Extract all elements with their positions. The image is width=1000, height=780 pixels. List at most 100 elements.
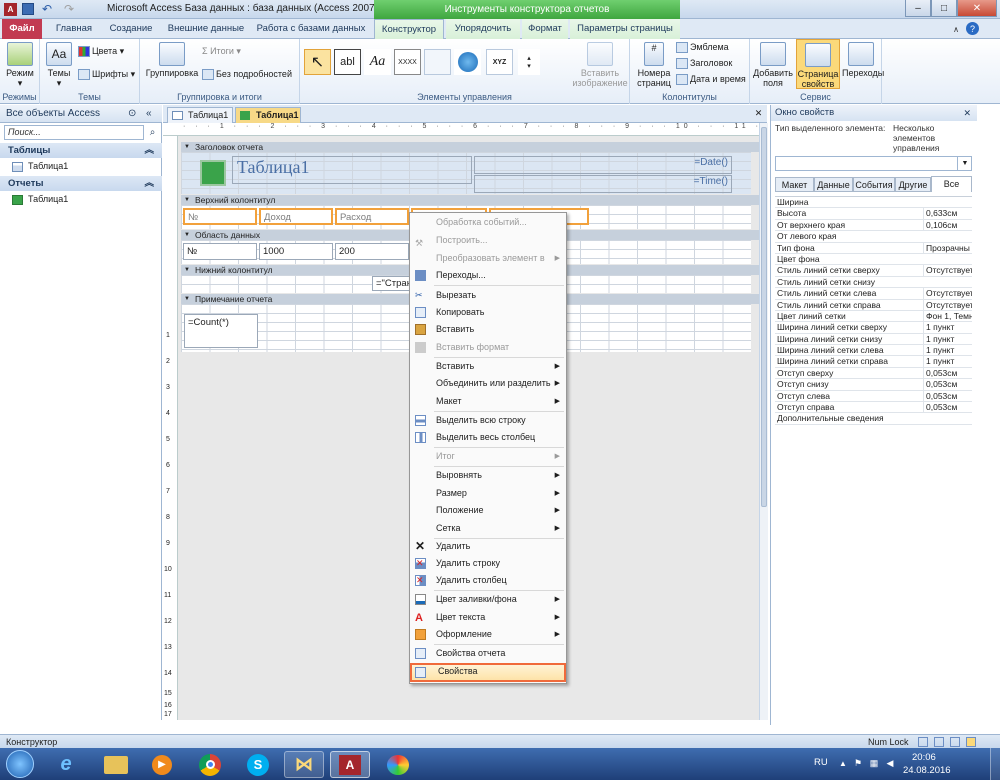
hyperlink-tool-icon[interactable] (454, 49, 481, 75)
property-row[interactable]: Ширина линий сетки справа 1 пункт (775, 356, 972, 368)
nav-section-tables[interactable]: Таблицы ︽ (0, 143, 162, 158)
date-time-button[interactable]: Дата и время (676, 74, 746, 86)
start-button-icon[interactable] (6, 750, 34, 778)
visual-studio-icon[interactable]: ⋈ (284, 751, 324, 778)
textbox-tool-button[interactable]: abl (334, 49, 361, 75)
property-value[interactable]: 0,053см (923, 367, 972, 379)
nav-collapse-icon[interactable]: « (146, 105, 152, 123)
time-textbox[interactable]: =Time() (474, 175, 732, 193)
nav-item-table1[interactable]: Таблица1 (12, 159, 68, 174)
menu-item-merge-split[interactable]: Объединить или разделить ▶ (410, 375, 566, 392)
search-icon[interactable]: ⌕ (146, 126, 159, 139)
property-row[interactable]: Ширина линий сетки слева 1 пункт (775, 345, 972, 357)
network-icon[interactable]: ▦ (868, 757, 880, 769)
property-row[interactable]: Высота 0,633см (775, 208, 972, 220)
menu-item-copy[interactable]: Копировать (410, 304, 566, 321)
property-row[interactable]: Стиль линий сетки снизу (775, 277, 972, 289)
prop-tab-all[interactable]: Все (931, 176, 972, 192)
page-numbers-button[interactable]: # Номера страниц (634, 42, 674, 88)
tray-arrow-icon[interactable]: ▲ (838, 757, 848, 769)
collapse-reports-icon[interactable]: ︽ (144, 176, 154, 191)
clock-date[interactable]: 24.08.2016 (903, 765, 951, 776)
menu-item-transitions[interactable]: Переходы... (410, 267, 566, 284)
page-number-textbox[interactable]: ="Стран (372, 276, 412, 291)
prop-tab-layout[interactable]: Макет (775, 177, 814, 192)
property-row[interactable]: Цвет линий сетки Фон 1, Темн (775, 310, 972, 323)
property-row[interactable]: Стиль линий сетки справа Отсутствует (775, 299, 972, 311)
prop-tab-data[interactable]: Данные (814, 177, 853, 192)
tab-page-setup[interactable]: Параметры страницы (570, 19, 680, 39)
menu-item-change-to[interactable]: Преобразовать элемент в ▶ (410, 250, 566, 267)
label-tool-button[interactable]: Aa (364, 49, 391, 75)
nav-search-input[interactable]: Поиск... (4, 125, 144, 140)
save-icon[interactable] (22, 3, 34, 15)
property-row[interactable]: Ширина (775, 197, 972, 209)
menu-item-insert[interactable]: Вставить ▶ (410, 358, 566, 375)
property-value[interactable]: 1 пункт (923, 333, 972, 345)
themes-button[interactable]: Aa Темы ▾ (43, 42, 75, 88)
section-report-header[interactable]: Заголовок отчета (181, 142, 759, 152)
prop-tab-other[interactable]: Другие (895, 177, 931, 192)
nav-dropdown-icon[interactable]: ⊙ (128, 105, 136, 123)
property-row[interactable]: Ширина линий сетки снизу 1 пункт (775, 333, 972, 346)
menu-item-paste[interactable]: Вставить (410, 321, 566, 338)
property-row[interactable]: Дополнительные сведения (775, 413, 972, 425)
view-switch-icon[interactable] (918, 737, 928, 747)
prop-tab-events[interactable]: События (853, 177, 895, 192)
menu-item-build[interactable]: ⚒ Построить... (410, 232, 566, 249)
menu-item-cut[interactable]: ✂ Вырезать (410, 287, 566, 304)
property-value[interactable]: 0,106см (923, 219, 972, 231)
menu-item-delete[interactable]: ✕ Удалить (410, 538, 566, 555)
menu-item-select-column[interactable]: Выделить весь столбец (410, 429, 566, 446)
maximize-button[interactable]: □ (931, 0, 957, 17)
count-textbox[interactable]: =Count(*) (184, 314, 258, 348)
property-row[interactable]: Отступ слева 0,053см (775, 390, 972, 403)
tab-format[interactable]: Формат (522, 19, 568, 39)
close-button[interactable]: ✕ (957, 0, 997, 17)
menu-item-report-properties[interactable]: Свойства отчета (410, 645, 566, 662)
view-switch-icon[interactable] (966, 737, 976, 747)
access-logo-icon[interactable]: A (4, 3, 17, 16)
insert-image-button[interactable]: Вставить изображение (572, 42, 628, 88)
transitions-button[interactable]: Переходы (842, 42, 884, 78)
menu-item-size[interactable]: Размер ▶ (410, 485, 566, 502)
option-group-tool-button[interactable]: XYZ (486, 49, 513, 75)
access-taskbar-icon[interactable]: A (330, 751, 370, 778)
menu-item-layout[interactable]: Макет ▶ (410, 393, 566, 410)
add-fields-button[interactable]: Добавить поля (753, 42, 793, 88)
data-field-expense[interactable]: 200 (335, 243, 409, 260)
redo-icon[interactable]: ↷ (62, 2, 76, 16)
grouping-button[interactable]: Группировка (144, 42, 200, 78)
property-row[interactable]: Стиль линий сетки слева Отсутствует (775, 288, 972, 300)
data-field-income[interactable]: 1000 (259, 243, 333, 260)
menu-item-properties[interactable]: Свойства (410, 663, 566, 682)
help-icon[interactable]: ? (966, 22, 979, 35)
property-value[interactable]: Фон 1, Темн (923, 310, 972, 322)
title-button[interactable]: Заголовок (676, 58, 732, 70)
doc-tab-report1[interactable]: Таблица1 (235, 107, 301, 123)
chevron-down-icon[interactable]: ▼ (957, 156, 972, 171)
property-row[interactable]: От левого края (775, 231, 972, 243)
vertical-scrollbar[interactable] (759, 123, 768, 720)
select-tool-button[interactable]: ↖ (304, 49, 331, 75)
property-value[interactable]: 0,053см (923, 402, 972, 413)
ribbon-minimize-icon[interactable]: ∧ (950, 23, 962, 35)
fonts-button[interactable]: Шрифты ▾ (78, 69, 135, 81)
property-sheet-button[interactable]: Страница свойств (796, 39, 840, 89)
tray-flag-icon[interactable]: ⚑ (852, 757, 864, 769)
view-mode-button[interactable]: Режим ▾ (3, 42, 37, 88)
view-switch-icon[interactable] (950, 737, 960, 747)
header-field-number[interactable]: № (183, 208, 257, 225)
logo-button[interactable]: Эмблема (676, 42, 729, 54)
button-tool-button[interactable]: XXXX (394, 49, 421, 75)
menu-item-align[interactable]: Выровнять ▶ (410, 467, 566, 484)
tab-design[interactable]: Конструктор (374, 19, 444, 40)
chrome-icon[interactable] (190, 751, 230, 778)
menu-item-fill-color[interactable]: Цвет заливки/фона ▶ (410, 591, 566, 608)
section-page-header[interactable]: Верхний колонтитул (181, 195, 759, 205)
tab-home[interactable]: Главная (46, 19, 102, 39)
property-value[interactable]: 1 пункт (923, 356, 972, 367)
property-value[interactable]: Отсутствует (923, 288, 972, 299)
header-field-income[interactable]: Доход (259, 208, 333, 225)
menu-item-grid[interactable]: Сетка ▶ (410, 520, 566, 537)
